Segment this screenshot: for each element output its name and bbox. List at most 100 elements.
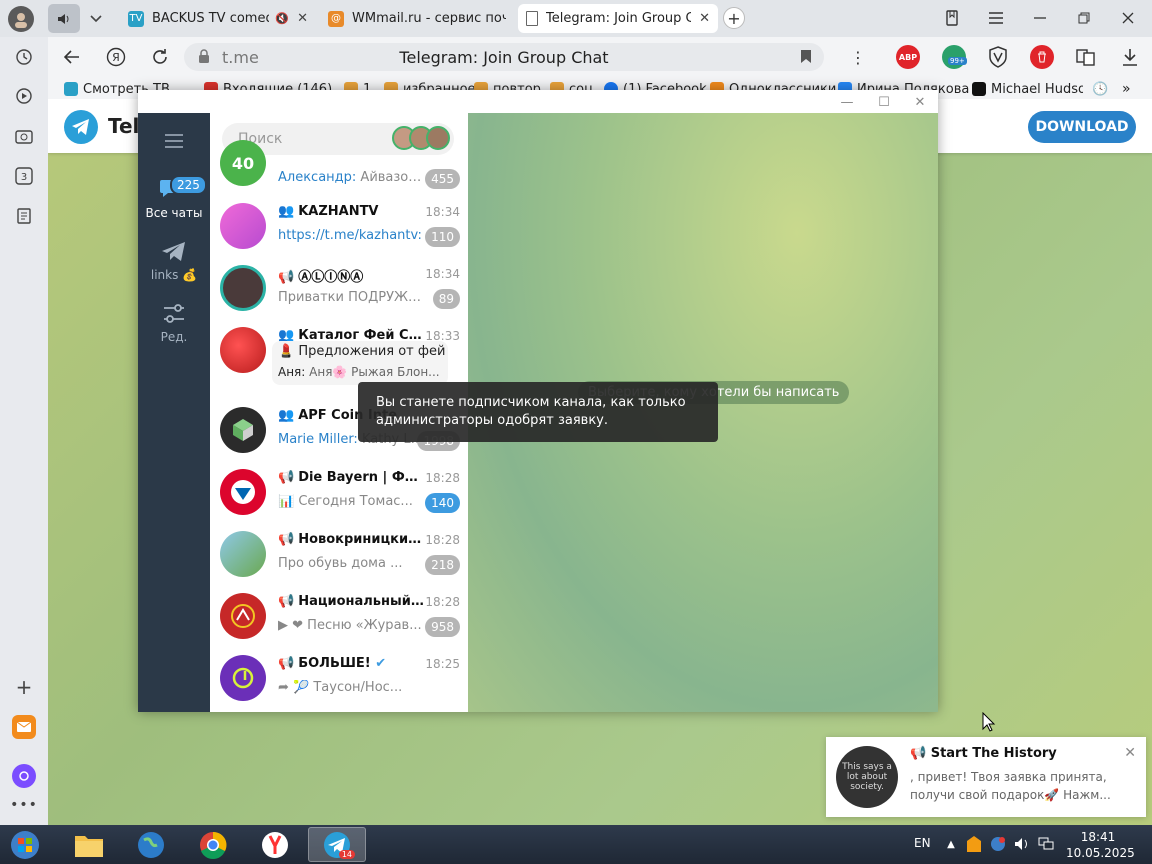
chat-avatar xyxy=(220,203,266,249)
chat-avatar: 40 xyxy=(220,140,266,186)
more-dots-icon[interactable]: ••• xyxy=(10,795,37,815)
profile-avatar-icon[interactable] xyxy=(8,6,34,32)
tg-close-icon[interactable]: ✕ xyxy=(911,93,929,111)
browser-toolbar: Я t.me Telegram: Join Group Chat ⋮ ABP 9… xyxy=(48,37,1152,77)
telegram-taskbar-icon[interactable]: 14 xyxy=(308,827,366,862)
folder-links[interactable]: links 💰 xyxy=(138,241,210,282)
tray-chevron-icon[interactable]: ▲ xyxy=(944,837,958,851)
unread-count: 455 xyxy=(425,169,460,189)
tab-wmmail[interactable]: @ WMmail.ru - сервис почто xyxy=(320,4,514,33)
muted-speaker-icon[interactable]: 🔇 xyxy=(275,12,289,25)
yandex-browser-icon[interactable] xyxy=(246,827,304,862)
tg-maximize-icon[interactable]: ☐ xyxy=(875,93,893,111)
extension-badge: 99+ xyxy=(948,57,967,65)
chat-name: 📢Die Bayern | ФК Б... xyxy=(278,470,428,485)
reload-icon[interactable] xyxy=(148,45,172,69)
chat-avatar xyxy=(220,327,266,373)
vpn-shield-icon[interactable] xyxy=(986,45,1010,69)
extension-globe-icon[interactable]: 99+ xyxy=(942,45,967,69)
globe-browser-icon[interactable] xyxy=(122,827,180,862)
chrome-icon[interactable] xyxy=(184,827,242,862)
folder-label: Ред. xyxy=(160,330,188,344)
channel-megaphone-icon: 📢 xyxy=(278,594,295,609)
start-button[interactable] xyxy=(0,827,50,862)
menu-icon[interactable] xyxy=(986,8,1006,28)
notification-avatar: This says a lot about society. xyxy=(836,746,898,808)
chat-row[interactable]: 📢 ⒶⓁⒾⓃⒶ 18:34 Приватки ПОДРУЖЕК ... 89 xyxy=(210,257,468,319)
back-arrow-icon[interactable] xyxy=(60,45,84,69)
mouse-cursor-icon xyxy=(982,711,996,736)
tab-backus-tv[interactable]: TV BACKUS TV comedy 🔇 ✕ xyxy=(120,4,316,33)
network-icon[interactable] xyxy=(1038,835,1054,853)
chat-row[interactable]: 📢 БОЛЬШЕ! ✔ 18:25 ➦ 🎾 Таусон/Нос... xyxy=(210,647,468,709)
tab-telegram[interactable]: Telegram: Join Group C ✕ xyxy=(518,4,718,33)
translate-extension-icon[interactable] xyxy=(1074,45,1098,69)
badge-three-icon[interactable]: 3 xyxy=(12,164,36,188)
close-window-icon[interactable] xyxy=(1118,8,1138,28)
video-play-icon[interactable] xyxy=(12,84,36,108)
message-preview-popup[interactable]: 💄 Предложения от фей Аня: Аня🌸 Рыжая Бло… xyxy=(272,341,448,385)
chat-row[interactable]: 📢Die Bayern | ФК Б... 18:28 📊 Сегодня То… xyxy=(210,461,468,523)
notification-title: 📢 Start The History xyxy=(910,746,1057,761)
new-tab-button[interactable]: + xyxy=(723,7,745,29)
wmmail-icon: @ xyxy=(328,10,344,27)
tg-minimize-icon[interactable]: — xyxy=(838,93,856,111)
notification-toast[interactable]: This says a lot about society. 📢 Start T… xyxy=(826,737,1146,817)
chat-row[interactable]: 👥 KAZHANTV 18:34 https://t.me/kazhantv: 1… xyxy=(210,195,468,257)
mail-app-icon[interactable] xyxy=(12,715,36,739)
browser-sidebar: 3 + ••• xyxy=(0,37,48,825)
chat-avatar xyxy=(220,407,266,453)
folder-edit[interactable]: Ред. xyxy=(138,303,210,344)
bookmark-item[interactable]: Michael Hudso xyxy=(972,80,1083,98)
taskbar-clock[interactable]: 18:41 10.05.2025 xyxy=(1066,829,1135,861)
telegram-titlebar: — ☐ ✕ xyxy=(138,90,938,113)
x-twitter-icon xyxy=(972,82,986,96)
chat-row[interactable]: 📢 Национальный ц... 18:28 ▶ ❤ Песню «Жура… xyxy=(210,585,468,647)
chat-avatar xyxy=(220,265,266,311)
unread-count: 110 xyxy=(425,227,460,247)
close-notification-icon[interactable]: ✕ xyxy=(1124,745,1136,761)
restore-window-icon[interactable] xyxy=(1074,8,1094,28)
chat-preview: ➦ 🎾 Таусон/Нос... xyxy=(278,680,403,695)
stories-avatars[interactable] xyxy=(392,126,450,150)
download-button[interactable]: DOWNLOAD xyxy=(1028,111,1136,143)
chat-row[interactable]: 📢 Новокриницкие ... 18:28 Про обувь дома … xyxy=(210,523,468,585)
hamburger-menu-icon[interactable] xyxy=(162,129,186,153)
chat-row[interactable]: 👥 Каталог Фей СПб 18:33 💄 Предложения от … xyxy=(210,319,468,385)
bookmark-flag-icon[interactable] xyxy=(800,49,812,68)
close-tab-icon[interactable]: ✕ xyxy=(297,11,308,26)
chat-name: 📢 Национальный ц... xyxy=(278,594,428,609)
chat-time: 18:28 xyxy=(425,533,460,547)
close-tab-icon[interactable]: ✕ xyxy=(699,11,710,26)
chat-preview: ▶ ❤ Песню «Журав... xyxy=(278,618,422,633)
more-bookmarks-chevron-icon[interactable]: » xyxy=(1122,80,1131,98)
collections-icon[interactable] xyxy=(942,8,962,28)
clock-extension-icon[interactable]: 🕓 xyxy=(1092,80,1108,98)
chat-name: 📢 БОЛЬШЕ! ✔ xyxy=(278,656,387,671)
volume-speaker-icon[interactable] xyxy=(1014,835,1030,853)
download-arrow-icon[interactable] xyxy=(1118,45,1142,69)
language-indicator[interactable]: EN xyxy=(914,836,931,850)
tab-audio-group-icon[interactable] xyxy=(48,4,80,33)
tray-notification-icon[interactable] xyxy=(990,835,1006,853)
notes-icon[interactable] xyxy=(12,204,36,228)
more-vertical-icon[interactable]: ⋮ xyxy=(848,45,868,69)
svg-text:Я: Я xyxy=(112,51,120,64)
yandex-logo-icon[interactable]: Я xyxy=(104,45,128,69)
story-avatar[interactable] xyxy=(426,126,450,150)
telegram-logo-icon[interactable] xyxy=(64,110,98,144)
clock-date: 10.05.2025 xyxy=(1066,846,1135,860)
adblock-icon[interactable]: ABP xyxy=(896,45,920,69)
explorer-folder-icon[interactable] xyxy=(60,827,118,862)
alice-assistant-icon[interactable] xyxy=(12,764,36,788)
chat-avatar xyxy=(220,531,266,577)
minimize-window-icon[interactable] xyxy=(1030,8,1050,28)
screenshot-camera-icon[interactable] xyxy=(12,124,36,148)
add-panel-icon[interactable]: + xyxy=(12,675,36,699)
trash-extension-icon[interactable] xyxy=(1030,45,1054,69)
address-bar[interactable]: t.me Telegram: Join Group Chat xyxy=(184,43,824,71)
history-icon[interactable] xyxy=(12,45,36,69)
tray-app-icon[interactable] xyxy=(966,835,982,853)
tab-list-chevron-icon[interactable] xyxy=(84,4,108,33)
unread-count: 218 xyxy=(425,555,460,575)
